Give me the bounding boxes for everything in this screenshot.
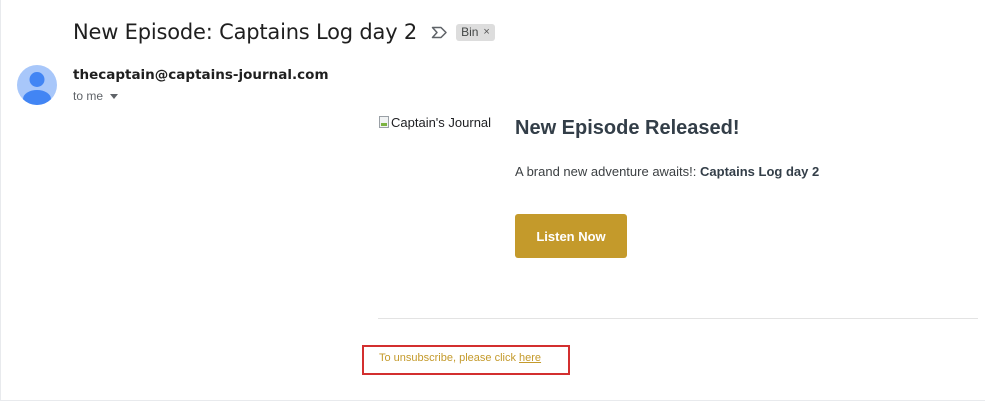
recipient-details-toggle[interactable]: to me: [73, 89, 119, 103]
listen-now-button[interactable]: Listen Now: [515, 214, 627, 258]
logo-image: Captain's Journal: [379, 115, 491, 130]
label-chip-bin[interactable]: Bin ×: [456, 23, 495, 41]
divider: [378, 318, 978, 319]
label-arrow-icon[interactable]: [431, 25, 448, 39]
logo-alt-text: Captain's Journal: [391, 115, 492, 130]
label-chip-text: Bin: [461, 25, 479, 39]
broken-image-icon: [379, 116, 389, 128]
divider: [0, 0, 1, 400]
avatar[interactable]: [17, 65, 57, 105]
episode-title: Captains Log day 2: [700, 164, 820, 179]
unsubscribe-text: To unsubscribe, please click here: [379, 352, 541, 364]
description: A brand new adventure awaits!: Captains …: [515, 164, 819, 179]
email-subject: New Episode: Captains Log day 2: [73, 20, 418, 44]
divider: [0, 400, 985, 401]
email-view: New Episode: Captains Log day 2 Bin × th…: [0, 0, 985, 410]
unsubscribe-prefix: To unsubscribe, please click: [379, 352, 520, 364]
person-icon: [23, 72, 51, 105]
subject-row: New Episode: Captains Log day 2 Bin ×: [73, 17, 495, 47]
sender-email[interactable]: thecaptain@captains-journal.com: [73, 67, 329, 83]
headline: New Episode Released!: [515, 117, 740, 139]
close-icon[interactable]: ×: [483, 26, 489, 38]
unsubscribe-link[interactable]: here: [519, 352, 541, 364]
chevron-down-icon[interactable]: [110, 93, 119, 99]
recipient-label: to me: [73, 89, 104, 103]
description-prefix: A brand new adventure awaits!:: [515, 164, 701, 179]
